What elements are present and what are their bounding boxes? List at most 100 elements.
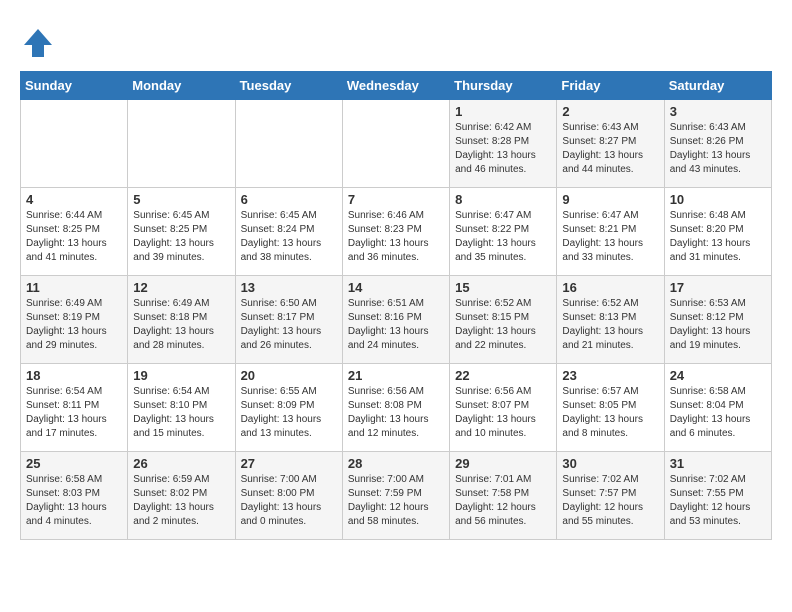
day-info: Sunrise: 6:45 AM Sunset: 8:25 PM Dayligh… <box>133 209 229 265</box>
calendar-cell: 29 Sunrise: 7:01 AM Sunset: 7:58 PM Dayli… <box>450 452 557 540</box>
calendar-body: 1 Sunrise: 6:42 AM Sunset: 8:28 PM Daylig… <box>21 100 772 540</box>
logo-icon <box>20 25 56 61</box>
calendar-cell: 27Sunrise: 7:00 AM Sunset: 8:00 PM Dayli… <box>235 452 342 540</box>
day-info: Sunrise: 7:01 AM Sunset: 7:58 PM Dayligh… <box>455 473 551 529</box>
day-number: 7 <box>348 192 444 207</box>
day-number: 16 <box>562 280 658 295</box>
day-number: 14 <box>348 280 444 295</box>
weekday-monday: Monday <box>128 72 235 100</box>
day-info: Sunrise: 6:53 AM Sunset: 8:12 PM Dayligh… <box>670 297 766 353</box>
day-number: 28 <box>348 456 444 471</box>
day-info: Sunrise: 6:54 AM Sunset: 8:10 PM Dayligh… <box>133 385 229 441</box>
calendar-cell: 26 Sunrise: 6:59 AM Sunset: 8:02 PM Dayli… <box>128 452 235 540</box>
day-number: 5 <box>133 192 229 207</box>
logo <box>20 25 60 61</box>
day-info: Sunrise: 6:57 AM Sunset: 8:05 PM Dayligh… <box>562 385 658 441</box>
calendar-cell: 25 Sunrise: 6:58 AM Sunset: 8:03 PM Dayli… <box>21 452 128 540</box>
calendar-cell: 14 Sunrise: 6:51 AM Sunset: 8:16 PM Dayli… <box>342 276 449 364</box>
day-info: Sunrise: 6:49 AM Sunset: 8:18 PM Dayligh… <box>133 297 229 353</box>
day-number: 22 <box>455 368 551 383</box>
day-number: 30 <box>562 456 658 471</box>
day-number: 20 <box>241 368 337 383</box>
day-number: 8 <box>455 192 551 207</box>
day-number: 17 <box>670 280 766 295</box>
calendar-cell: 30 Sunrise: 7:02 AM Sunset: 7:57 PM Dayli… <box>557 452 664 540</box>
day-number: 1 <box>455 104 551 119</box>
day-info: Sunrise: 6:47 AM Sunset: 8:22 PM Dayligh… <box>455 209 551 265</box>
week-row-1: 1 Sunrise: 6:42 AM Sunset: 8:28 PM Daylig… <box>21 100 772 188</box>
calendar-cell: 13 Sunrise: 6:50 AM Sunset: 8:17 PM Dayli… <box>235 276 342 364</box>
day-number: 24 <box>670 368 766 383</box>
calendar-cell: 23 Sunrise: 6:57 AM Sunset: 8:05 PM Dayli… <box>557 364 664 452</box>
day-info: Sunrise: 6:46 AM Sunset: 8:23 PM Dayligh… <box>348 209 444 265</box>
day-number: 15 <box>455 280 551 295</box>
page-header <box>20 20 772 61</box>
day-info: Sunrise: 6:52 AM Sunset: 8:13 PM Dayligh… <box>562 297 658 353</box>
calendar-cell <box>128 100 235 188</box>
calendar-cell <box>235 100 342 188</box>
calendar-cell: 8 Sunrise: 6:47 AM Sunset: 8:22 PM Daylig… <box>450 188 557 276</box>
calendar-table: SundayMondayTuesdayWednesdayThursdayFrid… <box>20 71 772 540</box>
calendar-cell: 1 Sunrise: 6:42 AM Sunset: 8:28 PM Daylig… <box>450 100 557 188</box>
day-number: 10 <box>670 192 766 207</box>
calendar-cell <box>342 100 449 188</box>
calendar-cell: 7 Sunrise: 6:46 AM Sunset: 8:23 PM Daylig… <box>342 188 449 276</box>
day-info: Sunrise: 6:56 AM Sunset: 8:08 PM Dayligh… <box>348 385 444 441</box>
weekday-saturday: Saturday <box>664 72 771 100</box>
day-info: Sunrise: 6:43 AM Sunset: 8:27 PM Dayligh… <box>562 121 658 177</box>
day-info: Sunrise: 6:56 AM Sunset: 8:07 PM Dayligh… <box>455 385 551 441</box>
day-info: Sunrise: 7:02 AM Sunset: 7:55 PM Dayligh… <box>670 473 766 529</box>
calendar-cell: 24 Sunrise: 6:58 AM Sunset: 8:04 PM Dayli… <box>664 364 771 452</box>
calendar-cell: 21 Sunrise: 6:56 AM Sunset: 8:08 PM Dayli… <box>342 364 449 452</box>
day-info: Sunrise: 6:51 AM Sunset: 8:16 PM Dayligh… <box>348 297 444 353</box>
day-info: Sunrise: 6:52 AM Sunset: 8:15 PM Dayligh… <box>455 297 551 353</box>
day-number: 29 <box>455 456 551 471</box>
weekday-thursday: Thursday <box>450 72 557 100</box>
day-number: 13 <box>241 280 337 295</box>
day-number: 21 <box>348 368 444 383</box>
calendar-cell: 18 Sunrise: 6:54 AM Sunset: 8:11 PM Dayli… <box>21 364 128 452</box>
day-number: 25 <box>26 456 122 471</box>
week-row-4: 18 Sunrise: 6:54 AM Sunset: 8:11 PM Dayli… <box>21 364 772 452</box>
week-row-3: 11 Sunrise: 6:49 AM Sunset: 8:19 PM Dayli… <box>21 276 772 364</box>
day-info: Sunrise: 6:54 AM Sunset: 8:11 PM Dayligh… <box>26 385 122 441</box>
calendar-cell: 3Sunrise: 6:43 AM Sunset: 8:26 PM Daylig… <box>664 100 771 188</box>
day-info: Sunrise: 6:49 AM Sunset: 8:19 PM Dayligh… <box>26 297 122 353</box>
calendar-cell: 5 Sunrise: 6:45 AM Sunset: 8:25 PM Daylig… <box>128 188 235 276</box>
day-info: Sunrise: 6:47 AM Sunset: 8:21 PM Dayligh… <box>562 209 658 265</box>
calendar-cell: 10 Sunrise: 6:48 AM Sunset: 8:20 PM Dayli… <box>664 188 771 276</box>
day-info: Sunrise: 6:45 AM Sunset: 8:24 PM Dayligh… <box>241 209 337 265</box>
week-row-5: 25 Sunrise: 6:58 AM Sunset: 8:03 PM Dayli… <box>21 452 772 540</box>
day-info: Sunrise: 7:02 AM Sunset: 7:57 PM Dayligh… <box>562 473 658 529</box>
day-info: Sunrise: 7:00 AM Sunset: 7:59 PM Dayligh… <box>348 473 444 529</box>
calendar-cell: 16 Sunrise: 6:52 AM Sunset: 8:13 PM Dayli… <box>557 276 664 364</box>
day-number: 11 <box>26 280 122 295</box>
day-info: Sunrise: 6:50 AM Sunset: 8:17 PM Dayligh… <box>241 297 337 353</box>
calendar-cell: 15 Sunrise: 6:52 AM Sunset: 8:15 PM Dayli… <box>450 276 557 364</box>
day-number: 9 <box>562 192 658 207</box>
day-number: 6 <box>241 192 337 207</box>
calendar-cell: 20 Sunrise: 6:55 AM Sunset: 8:09 PM Dayli… <box>235 364 342 452</box>
calendar-cell: 4 Sunrise: 6:44 AM Sunset: 8:25 PM Daylig… <box>21 188 128 276</box>
day-number: 26 <box>133 456 229 471</box>
day-number: 18 <box>26 368 122 383</box>
weekday-wednesday: Wednesday <box>342 72 449 100</box>
week-row-2: 4 Sunrise: 6:44 AM Sunset: 8:25 PM Daylig… <box>21 188 772 276</box>
day-info: Sunrise: 6:59 AM Sunset: 8:02 PM Dayligh… <box>133 473 229 529</box>
day-number: 23 <box>562 368 658 383</box>
day-info: Sunrise: 6:48 AM Sunset: 8:20 PM Dayligh… <box>670 209 766 265</box>
day-info: Sunrise: 6:42 AM Sunset: 8:28 PM Dayligh… <box>455 121 551 177</box>
day-number: 31 <box>670 456 766 471</box>
calendar-cell <box>21 100 128 188</box>
day-number: 4 <box>26 192 122 207</box>
day-info: Sunrise: 6:58 AM Sunset: 8:04 PM Dayligh… <box>670 385 766 441</box>
calendar-cell: 22 Sunrise: 6:56 AM Sunset: 8:07 PM Dayli… <box>450 364 557 452</box>
day-info: Sunrise: 6:44 AM Sunset: 8:25 PM Dayligh… <box>26 209 122 265</box>
day-info: Sunrise: 6:58 AM Sunset: 8:03 PM Dayligh… <box>26 473 122 529</box>
weekday-tuesday: Tuesday <box>235 72 342 100</box>
weekday-row: SundayMondayTuesdayWednesdayThursdayFrid… <box>21 72 772 100</box>
calendar-cell: 6 Sunrise: 6:45 AM Sunset: 8:24 PM Daylig… <box>235 188 342 276</box>
day-info: Sunrise: 6:55 AM Sunset: 8:09 PM Dayligh… <box>241 385 337 441</box>
calendar-cell: 2Sunrise: 6:43 AM Sunset: 8:27 PM Daylig… <box>557 100 664 188</box>
weekday-friday: Friday <box>557 72 664 100</box>
